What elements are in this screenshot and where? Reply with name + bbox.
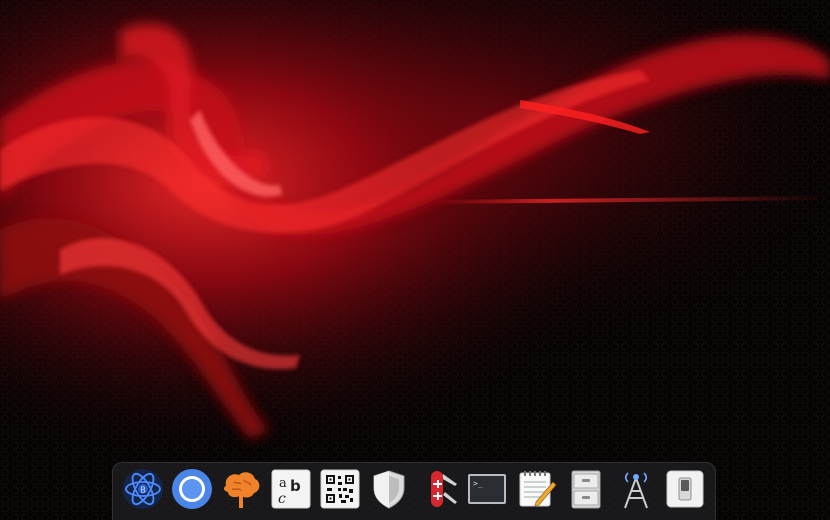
- file-cabinet-icon[interactable]: [565, 468, 607, 510]
- terminal-icon[interactable]: >_: [466, 468, 508, 510]
- font-viewer-icon[interactable]: a b c: [270, 468, 312, 510]
- swiss-army-knife-icon[interactable]: [417, 468, 459, 510]
- shield-icon[interactable]: [368, 468, 410, 510]
- svg-text:a: a: [279, 476, 287, 491]
- brain-tree-icon[interactable]: [220, 468, 262, 510]
- red-abstract-wallpaper: [0, 0, 830, 520]
- svg-text:b: b: [290, 477, 301, 495]
- svg-text:>_: >_: [473, 479, 483, 488]
- network-tower-icon[interactable]: [615, 468, 657, 510]
- atom-editor-icon[interactable]: B: [122, 468, 164, 510]
- svg-text:B: B: [140, 486, 146, 495]
- toggle-switch-icon[interactable]: [664, 468, 706, 510]
- svg-text:c: c: [278, 491, 286, 507]
- qr-code-icon[interactable]: [319, 468, 361, 510]
- notepad-pencil-icon[interactable]: [516, 468, 558, 510]
- chromium-browser-icon[interactable]: [171, 468, 213, 510]
